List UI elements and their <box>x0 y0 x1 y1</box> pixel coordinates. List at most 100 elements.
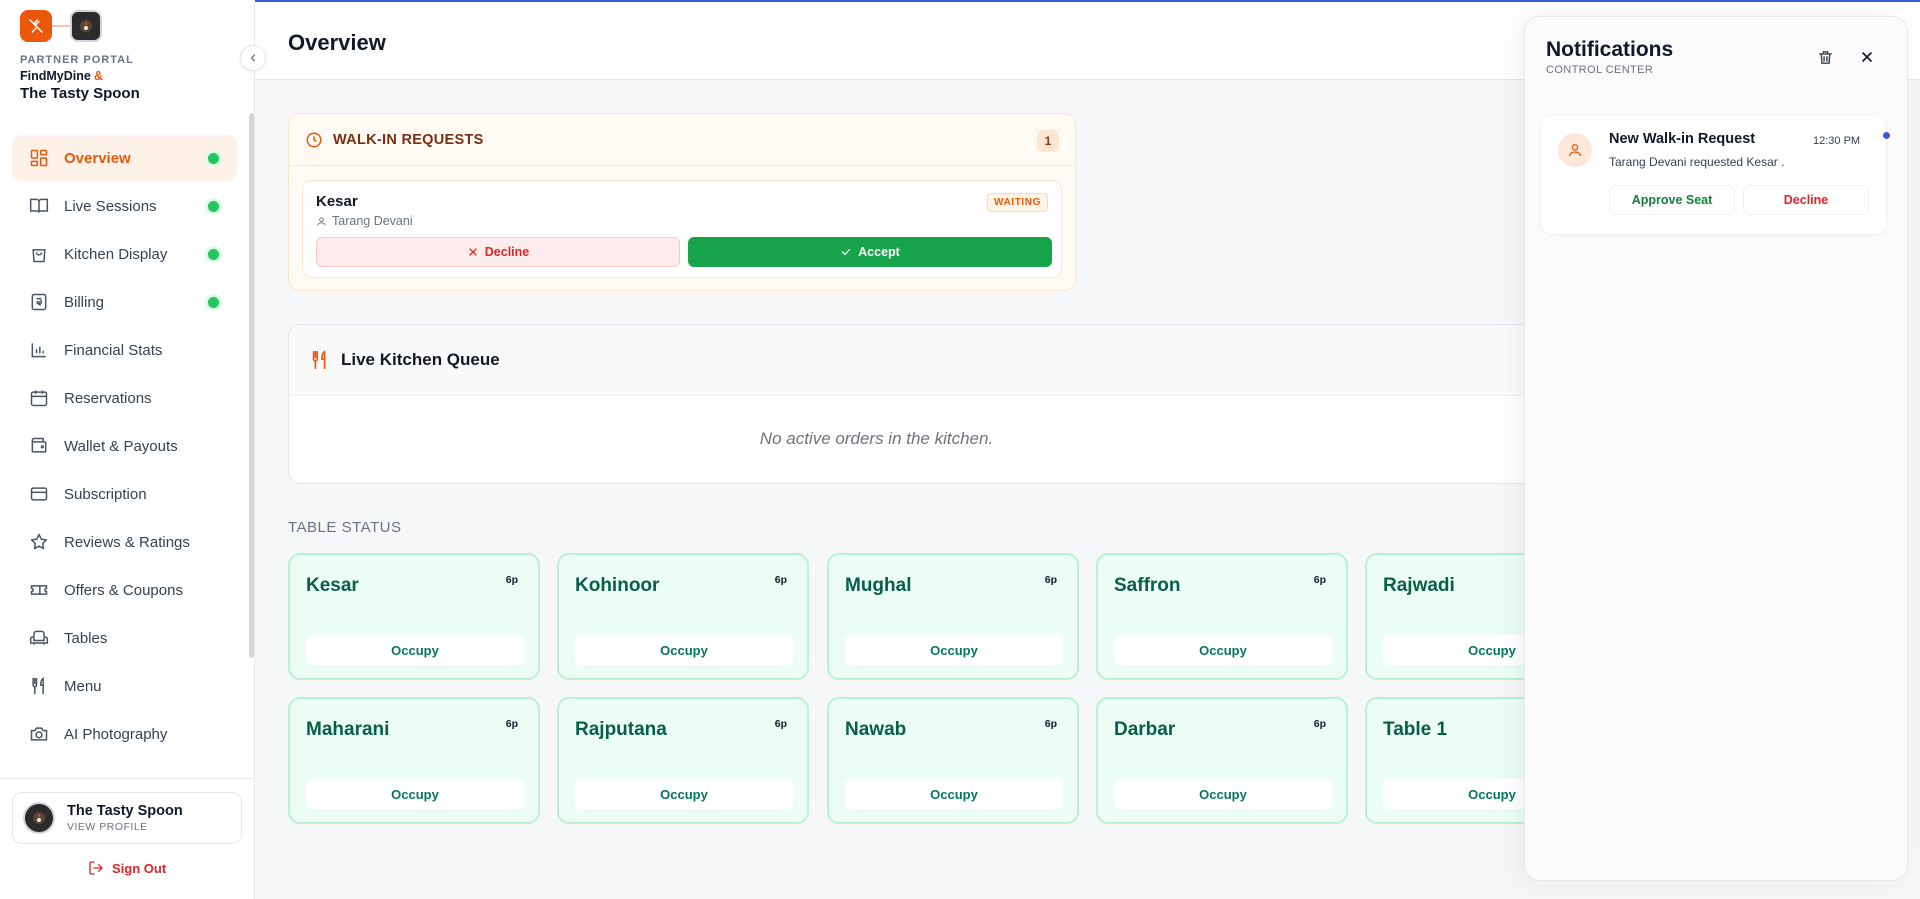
brand-amp: & <box>93 69 103 83</box>
occupy-button[interactable]: Occupy <box>306 635 524 665</box>
walk-in-requests-panel: WALK-IN REQUESTS 1 Kesar Tarang Devani W… <box>288 113 1076 291</box>
request-table-name: Kesar <box>316 193 358 210</box>
table-capacity: 6p <box>1044 718 1057 730</box>
sidebar-item-ai-photography[interactable]: AI Photography <box>12 711 237 757</box>
kitchen-empty-state: No active orders in the kitchen. <box>759 429 994 448</box>
sidebar-item-label: Billing <box>64 293 105 311</box>
occupy-button[interactable]: Occupy <box>575 635 793 665</box>
occupy-button[interactable]: Occupy <box>1114 779 1332 809</box>
sidebar-scrollbar[interactable] <box>249 113 254 658</box>
table-name: Table 1 <box>1383 719 1448 740</box>
card-icon <box>28 483 50 505</box>
brand-app: FindMyDine <box>20 69 91 83</box>
live-status-dot <box>208 248 219 260</box>
sidebar-item-tables[interactable]: Tables <box>12 615 237 661</box>
occupy-button[interactable]: Occupy <box>845 779 1063 809</box>
notification-item[interactable]: New Walk-in Request 12:30 PM Tarang Deva… <box>1541 116 1890 234</box>
sidebar-item-label: Kitchen Display <box>64 245 168 263</box>
sidebar-item-overview[interactable]: Overview <box>12 135 237 181</box>
approve-seat-button[interactable]: Approve Seat <box>1609 185 1735 215</box>
table-capacity: 6p <box>505 718 518 730</box>
table-card-maharani[interactable]: Maharani 6p Occupy <box>288 697 540 824</box>
sidebar-item-subscription[interactable]: Subscription <box>12 471 237 517</box>
occupy-button[interactable]: Occupy <box>845 635 1063 665</box>
occupy-button[interactable]: Occupy <box>1114 635 1332 665</box>
sidebar-item-label: Live Sessions <box>64 197 157 215</box>
sidebar-divider <box>0 778 254 779</box>
avatar <box>23 802 55 834</box>
decline-button[interactable]: Decline <box>316 237 680 267</box>
ticket-icon <box>28 579 50 601</box>
clear-notifications-button[interactable] <box>1815 47 1835 67</box>
status-badge: WAITING <box>987 193 1048 212</box>
notifications-title: Notifications <box>1546 38 1674 61</box>
sidebar-item-financial-stats[interactable]: Financial Stats <box>12 327 237 373</box>
occupy-button[interactable]: Occupy <box>306 779 524 809</box>
notification-decline-button[interactable]: Decline <box>1743 185 1869 215</box>
notifications-subtitle: CONTROL CENTER <box>1546 64 1654 76</box>
collapse-sidebar-button[interactable] <box>240 45 266 71</box>
table-capacity: 6p <box>1044 574 1057 586</box>
sidebar-item-label: Overview <box>64 149 131 167</box>
table-card-saffron[interactable]: Saffron 6p Occupy <box>1096 553 1348 680</box>
table-card-kesar[interactable]: Kesar 6p Occupy <box>288 553 540 680</box>
sidebar-item-wallet-payouts[interactable]: Wallet & Payouts <box>12 423 237 469</box>
walk-in-title: WALK-IN REQUESTS <box>333 131 484 148</box>
sidebar-item-billing[interactable]: Billing <box>12 279 237 325</box>
sign-out-label: Sign Out <box>112 860 167 876</box>
table-card-mughal[interactable]: Mughal 6p Occupy <box>827 553 1079 680</box>
table-card-kohinoor[interactable]: Kohinoor 6p Occupy <box>557 553 809 680</box>
live-status-dot <box>208 152 219 164</box>
clock-icon <box>306 132 322 147</box>
sidebar-item-reviews-ratings[interactable]: Reviews & Ratings <box>12 519 237 565</box>
sidebar: PARTNER PORTAL FindMyDine & The Tasty Spo… <box>0 0 266 899</box>
table-capacity: 6p <box>774 574 787 586</box>
page-title: Overview <box>288 30 386 55</box>
sidebar-item-live-sessions[interactable]: Live Sessions <box>12 183 237 229</box>
table-card-rajputana[interactable]: Rajputana 6p Occupy <box>557 697 809 824</box>
live-status-dot <box>208 200 219 212</box>
table-card-darbar[interactable]: Darbar 6p Occupy <box>1096 697 1348 824</box>
sidebar-nav: Overview Live Sessions Kitchen Display B… <box>12 135 237 775</box>
sidebar-item-label: Tables <box>64 629 108 647</box>
findmydine-logo-icon <box>20 10 52 42</box>
accept-button[interactable]: Accept <box>688 237 1052 267</box>
request-user: Tarang Devani <box>316 214 413 228</box>
sidebar-item-reservations[interactable]: Reservations <box>12 375 237 421</box>
walk-in-count-badge: 1 <box>1037 130 1059 152</box>
sidebar-item-label: Menu <box>64 677 102 695</box>
table-card-nawab[interactable]: Nawab 6p Occupy <box>827 697 1079 824</box>
restaurant-logo-icon <box>70 10 102 42</box>
kitchen-title: Live Kitchen Queue <box>341 350 500 369</box>
table-status-grid: Kesar 6p Occupy Kohinoor 6p Occupy Mugha… <box>288 553 1688 827</box>
occupy-button[interactable]: Occupy <box>575 779 793 809</box>
wallet-icon <box>28 435 50 457</box>
table-name: Maharani <box>306 719 390 740</box>
sidebar-item-label: Offers & Coupons <box>64 581 183 599</box>
bar-chart-icon <box>28 339 50 361</box>
sign-out-button[interactable]: Sign Out <box>88 860 166 876</box>
notification-time: 12:30 PM <box>1813 135 1861 147</box>
request-user-name: Tarang Devani <box>332 214 413 228</box>
sidebar-item-menu[interactable]: Menu <box>12 663 237 709</box>
brand-block: PARTNER PORTAL FindMyDine & The Tasty Spo… <box>20 10 240 102</box>
table-name: Kesar <box>306 575 359 596</box>
sidebar-item-offers-coupons[interactable]: Offers & Coupons <box>12 567 237 613</box>
close-icon <box>1862 52 1872 62</box>
sidebar-item-label: Subscription <box>64 485 147 503</box>
sidebar-item-kitchen-display[interactable]: Kitchen Display <box>12 231 237 277</box>
trash-icon <box>1818 50 1832 64</box>
x-icon <box>469 248 477 256</box>
armchair-icon <box>28 627 50 649</box>
sidebar-item-label: Wallet & Payouts <box>64 437 178 455</box>
restaurant-name: The Tasty Spoon <box>20 85 140 102</box>
table-status-title: TABLE STATUS <box>288 519 402 536</box>
profile-card[interactable]: The Tasty Spoon VIEW PROFILE <box>12 792 242 844</box>
logout-icon <box>89 861 103 875</box>
receipt-icon <box>28 291 50 313</box>
accept-label: Accept <box>858 245 900 259</box>
table-name: Darbar <box>1114 719 1176 740</box>
book-icon <box>28 195 50 217</box>
view-profile-link[interactable]: VIEW PROFILE <box>67 821 183 833</box>
close-notifications-button[interactable] <box>1857 47 1877 67</box>
